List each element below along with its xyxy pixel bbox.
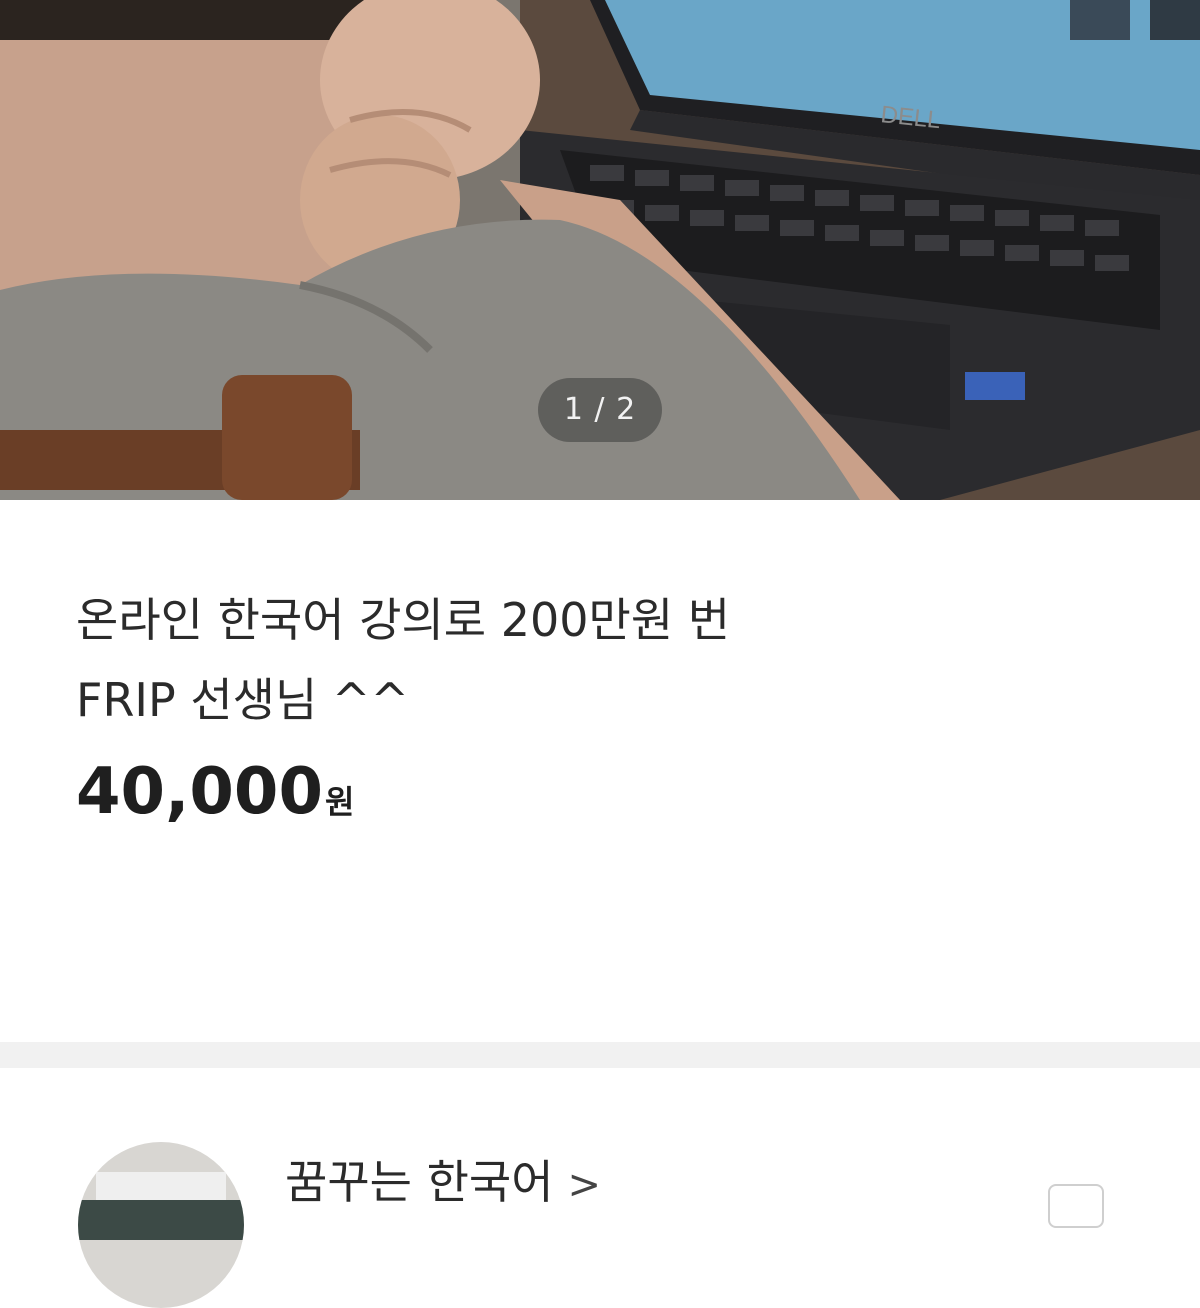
image-page-indicator: 1 / 2	[538, 378, 662, 442]
chevron-right-icon: >	[567, 1162, 602, 1208]
product-image-carousel[interactable]: DELL 1 / 2	[0, 0, 1200, 500]
product-title-line-2: FRIP 선생님 ^^	[76, 673, 410, 727]
seller-row[interactable]: 꿈꾸는 한국어 >	[0, 1068, 1200, 1308]
price-value: 40,000	[76, 755, 323, 829]
product-title: 온라인 한국어 강의로 200만원 번 FRIP 선생님 ^^	[76, 580, 1076, 740]
seller-name: 꿈꾸는 한국어	[285, 1155, 554, 1209]
product-info-section: 온라인 한국어 강의로 200만원 번 FRIP 선생님 ^^ 40,000원	[0, 500, 1200, 1040]
section-divider	[0, 1042, 1200, 1068]
seller-badge-icon	[1048, 1184, 1104, 1228]
seller-name-link[interactable]: 꿈꾸는 한국어 >	[285, 1152, 601, 1215]
seller-avatar[interactable]	[78, 1142, 244, 1308]
price-unit: 원	[324, 783, 355, 821]
product-title-line-1: 온라인 한국어 강의로 200만원 번	[76, 593, 731, 647]
product-price: 40,000원	[76, 752, 354, 842]
